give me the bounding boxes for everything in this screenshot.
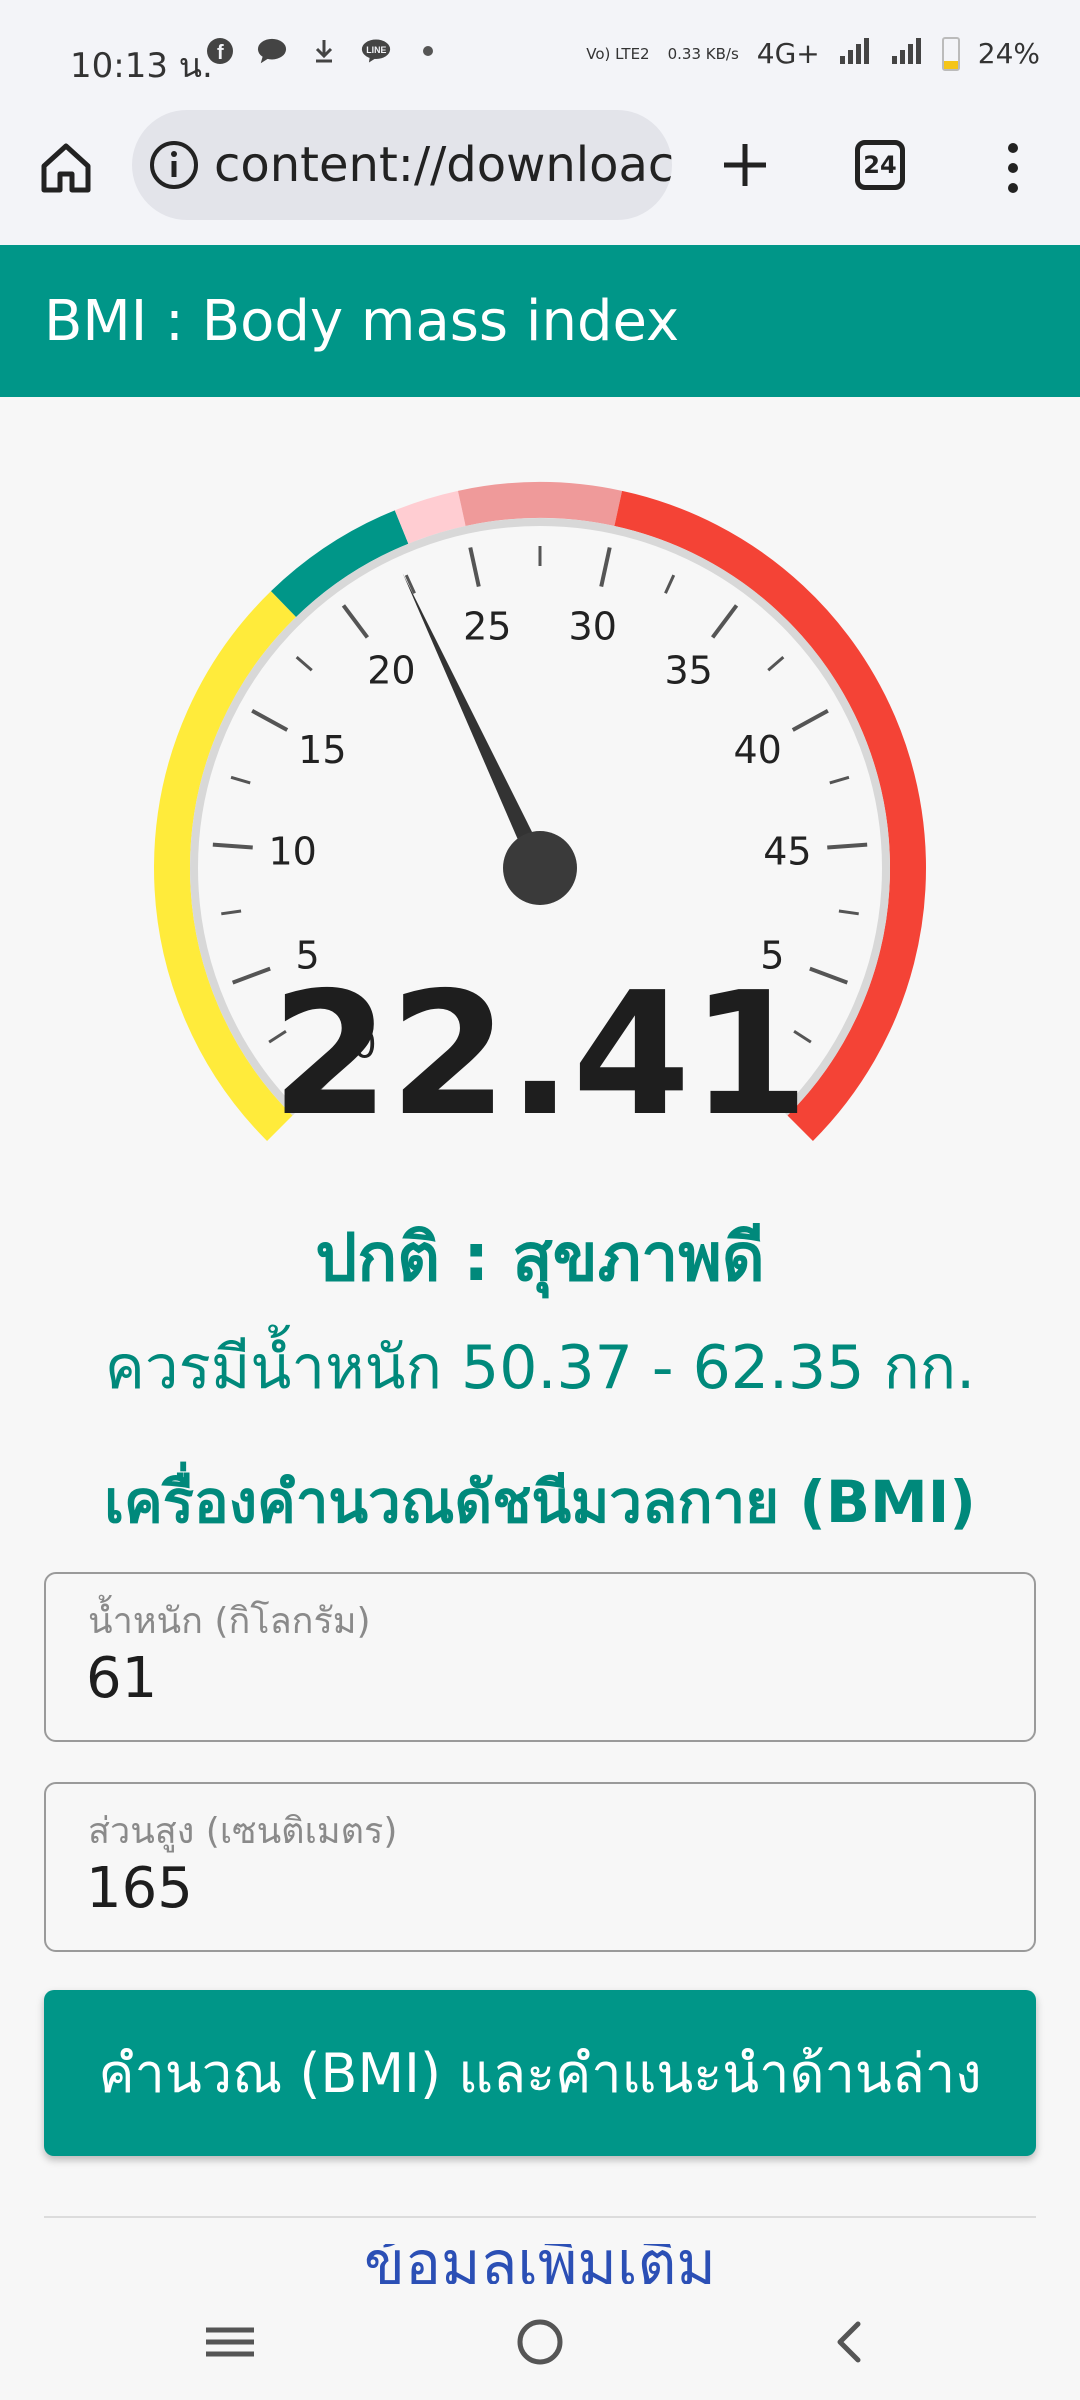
browser-toolbar: content://downloac 24 [0, 110, 1080, 245]
gauge-tick [827, 842, 868, 850]
download-icon [309, 36, 339, 66]
svg-text:LINE: LINE [366, 45, 386, 55]
more-notifications-dot-icon [413, 36, 443, 66]
gauge-label: 30 [569, 605, 617, 649]
network-type: 4G+ [756, 37, 820, 70]
network-speed: 0.33 KB/s [667, 44, 739, 63]
more-info-text[interactable]: ข้อมูลเพิ่มเติม [364, 2244, 716, 2284]
home-circle-icon[interactable] [510, 2312, 570, 2372]
signal-icon [838, 36, 872, 71]
tab-switcher-button[interactable]: 24 [855, 140, 905, 190]
more-menu-icon[interactable] [998, 138, 1028, 198]
battery-level [943, 61, 958, 69]
gauge-tick [791, 709, 829, 732]
gauge-tick [212, 842, 253, 850]
gauge-label: 20 [367, 648, 415, 692]
height-field[interactable]: ส่วนสูง (เซนติเมตร) 165 [44, 1782, 1036, 1952]
gauge-tick [664, 574, 676, 594]
gauge-band-1 [270, 510, 409, 618]
back-icon[interactable] [820, 2312, 880, 2372]
address-bar[interactable]: content://downloac [132, 110, 672, 220]
divider [44, 2216, 1036, 2218]
battery-icon [941, 36, 960, 71]
home-icon[interactable] [36, 138, 96, 198]
bmi-status: ปกติ : สุขภาพดี [315, 1219, 765, 1296]
height-input[interactable]: 165 [86, 1856, 193, 1921]
gauge-tick [710, 604, 739, 639]
gauge-band-2 [394, 490, 466, 544]
weight-label: น้ำหนัก (กิโลกรัม) [88, 1601, 371, 1642]
gauge-tick [221, 909, 242, 916]
battery-percent: 24% [977, 37, 1040, 70]
gauge-band-3 [457, 482, 623, 527]
svg-text:f: f [217, 42, 224, 64]
signal-icon-2 [890, 36, 924, 71]
gauge-tick [468, 547, 481, 588]
gauge-tick [230, 775, 251, 785]
gauge-tick [341, 604, 370, 639]
weight-field[interactable]: น้ำหนัก (กิโลกรัม) 61 [44, 1572, 1036, 1742]
gauge-tick [599, 547, 612, 588]
gauge-tick [767, 656, 785, 672]
notification-icons: f LINE [205, 36, 443, 66]
gauge-label: 25 [463, 605, 511, 649]
volte-indicator: Vo) LTE2 [586, 44, 650, 63]
app-title: BMI : Body mass index [44, 288, 680, 354]
more-info-link[interactable]: ข้อมูลเพิ่มเติม [0, 2244, 1080, 2284]
status-time: 10:13 น. [70, 46, 213, 86]
url-text[interactable]: content://downloac [214, 137, 672, 193]
system-navigation-bar [0, 2284, 1080, 2400]
calculate-button[interactable]: คำนวณ (BMI) และคำแนะนำด้านล่าง [44, 1990, 1036, 2156]
system-indicators: Vo) LTE2 0.33 KB/s 4G+ 24% [586, 36, 1040, 71]
weight-advice: ควรมีน้ำหนัก 50.37 - 62.35 กก. [104, 1333, 976, 1403]
recent-apps-icon[interactable] [200, 2312, 260, 2372]
gauge-tick [829, 775, 850, 785]
bmi-value: 22.41 [271, 956, 809, 1154]
gauge-label: 15 [298, 728, 346, 772]
gauge-label: 35 [664, 648, 712, 692]
gauge-label: 40 [733, 728, 781, 772]
gauge-label: 45 [763, 829, 811, 873]
app-header: BMI : Body mass index [0, 245, 1080, 397]
status-bar: 10:13 น. f LINE Vo) LTE2 0.33 KB/s 4G+ 2… [0, 0, 1080, 110]
messenger-icon [257, 36, 287, 66]
line-icon: LINE [361, 36, 391, 66]
calculator-title: เครื่องคำนวณดัชนีมวลกาย (BMI) [104, 1468, 976, 1536]
facebook-icon: f [205, 36, 235, 66]
gauge-tick [295, 656, 313, 672]
height-label: ส่วนสูง (เซนติเมตร) [88, 1811, 398, 1852]
new-tab-icon[interactable] [712, 132, 778, 198]
gauge-label: 10 [268, 829, 316, 873]
gauge-needle-hub [503, 831, 577, 905]
gauge-tick [251, 709, 289, 732]
weight-input[interactable]: 61 [86, 1646, 157, 1711]
site-info-icon[interactable] [148, 139, 200, 191]
gauge-tick [838, 909, 859, 916]
